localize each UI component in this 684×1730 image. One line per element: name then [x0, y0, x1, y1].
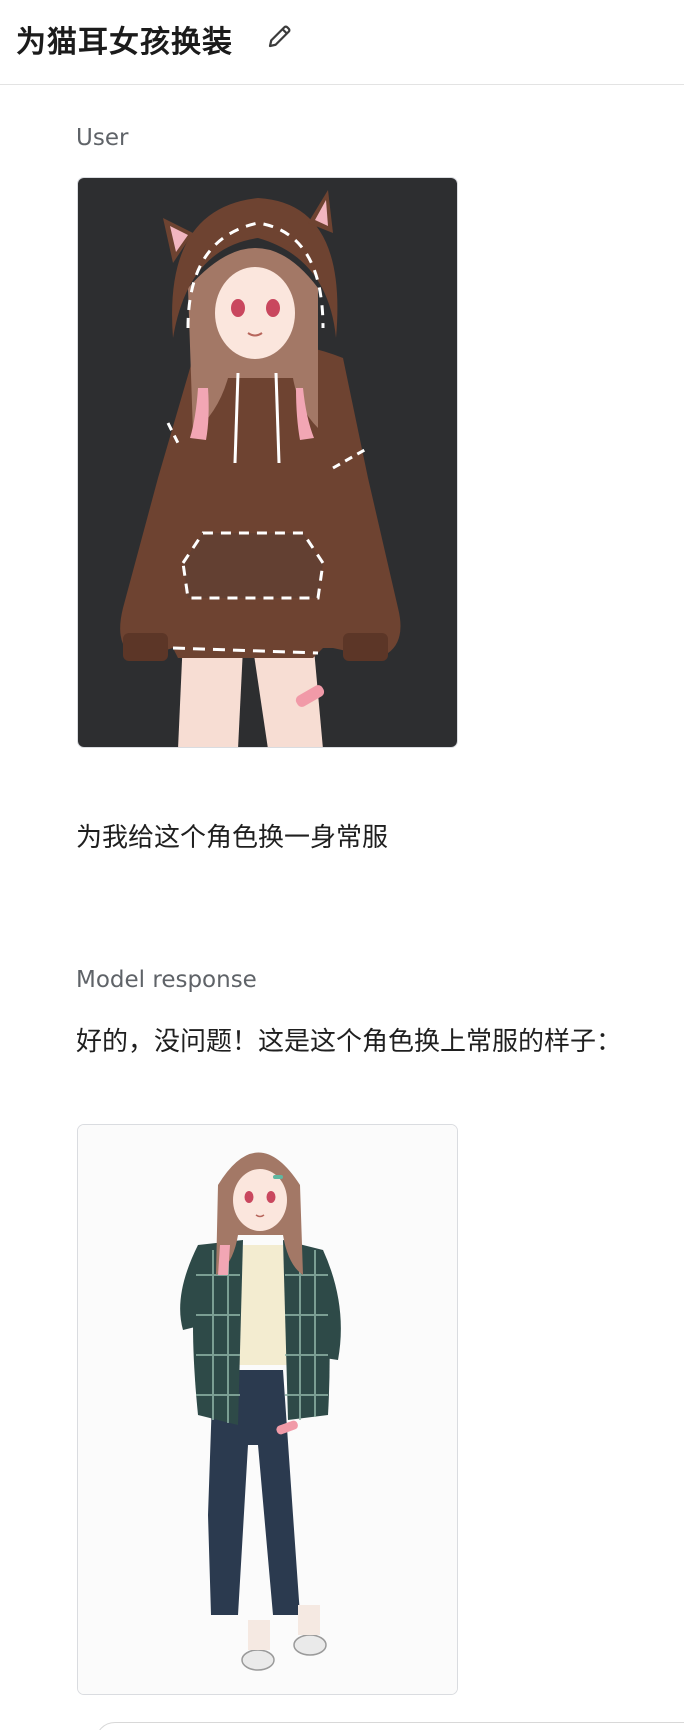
edit-title-button[interactable] — [262, 18, 298, 54]
user-message: 为我给这个角色换一身常服 — [76, 823, 389, 853]
pencil-icon — [268, 25, 291, 48]
prompt-input-box[interactable] — [95, 1722, 684, 1730]
user-uploaded-image[interactable] — [77, 177, 458, 748]
model-response-label: Model response — [76, 967, 257, 993]
chat-header: 为猫耳女孩换装 — [0, 0, 684, 85]
chat-title: 为猫耳女孩换装 — [16, 25, 233, 60]
model-generated-image[interactable] — [77, 1124, 458, 1695]
user-label: User — [76, 125, 129, 151]
model-message: 好的，没问题！这是这个角色换上常服的样子： — [76, 1027, 623, 1057]
